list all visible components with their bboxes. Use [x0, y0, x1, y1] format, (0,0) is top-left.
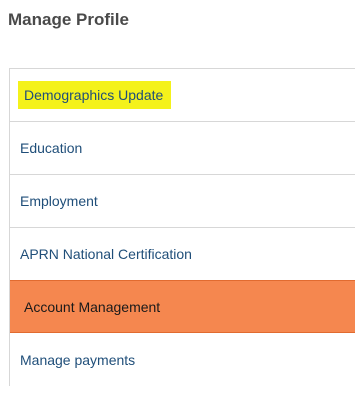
menu-item-demographics-update[interactable]: Demographics Update [10, 69, 355, 122]
menu-item-employment[interactable]: Employment [10, 175, 355, 228]
menu-item-label: Employment [20, 193, 98, 209]
menu-item-manage-payments[interactable]: Manage payments [10, 333, 355, 386]
menu-item-education[interactable]: Education [10, 122, 355, 175]
menu-item-label: Account Management [24, 298, 161, 315]
profile-menu: Demographics Update Education Employment… [9, 68, 355, 386]
menu-item-label: Education [20, 140, 83, 156]
menu-item-label: Manage payments [20, 351, 136, 368]
menu-item-label: APRN National Certification [20, 246, 192, 262]
menu-item-label: Demographics Update [18, 81, 172, 109]
page-title: Manage Profile [8, 10, 129, 29]
menu-item-account-management[interactable]: Account Management [10, 280, 355, 333]
menu-item-aprn-national-certification[interactable]: APRN National Certification [10, 228, 355, 281]
